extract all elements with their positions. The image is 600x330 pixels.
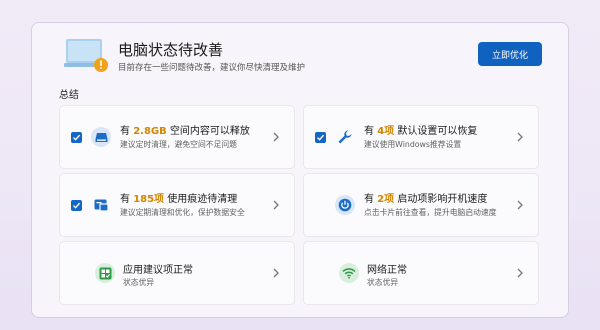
optimize-now-button[interactable]: 立即优化 [478,42,542,66]
trace-icon [91,195,111,215]
chevron-right-icon [273,132,279,142]
card-title: 有 185项 使用痕迹待清理 [120,194,238,205]
wifi-icon [339,263,359,283]
app-shield-icon [95,263,115,283]
card-title: 有 4项 默认设置可以恢复 [364,126,478,137]
card-usage-traces[interactable]: 有 185项 使用痕迹待清理 建议定期清理和优化，保护数据安全 [59,173,295,237]
card-network[interactable]: 网络正常 状态优异 [303,241,539,305]
card-desc: 建议使用Windows推荐设置 [364,140,462,149]
disk-icon [91,127,111,147]
chevron-right-icon [517,132,523,142]
chevron-right-icon [273,268,279,278]
card-desc: 点击卡片前往查看，提升电脑启动速度 [364,208,497,217]
status-panel: 电脑状态待改善 目前存在一些问题待改善，建议你尽快清理及维护 立即优化 总结 有… [31,22,569,318]
card-title: 有 2.8GB 空间内容可以释放 [120,126,250,137]
card-title: 网络正常 [367,265,407,276]
chevron-right-icon [517,200,523,210]
highlight-value: 185项 [133,194,165,205]
highlight-value: 2.8GB [133,126,167,137]
laptop-warning-icon [64,39,108,72]
chevron-right-icon [273,200,279,210]
card-default-settings[interactable]: 有 4项 默认设置可以恢复 建议使用Windows推荐设置 [303,105,539,169]
highlight-value: 2项 [377,194,395,205]
card-desc: 建议定期清理和优化，保护数据安全 [120,208,245,217]
power-icon [335,195,355,215]
page-title: 电脑状态待改善 [118,41,224,59]
page-subtitle: 目前存在一些问题待改善，建议你尽快清理及维护 [118,63,306,73]
card-startup-items[interactable]: 有 2项 启动项影响开机速度 点击卡片前往查看，提升电脑启动速度 [303,173,539,237]
card-desc: 建议定时清理，避免空间不足问题 [120,140,237,149]
card-desc: 状态优异 [367,278,399,287]
card-free-space[interactable]: 有 2.8GB 空间内容可以释放 建议定时清理，避免空间不足问题 [59,105,295,169]
checkbox[interactable] [315,132,326,143]
checkbox[interactable] [71,132,82,143]
chevron-right-icon [517,268,523,278]
card-desc: 状态优异 [123,278,155,287]
checkbox[interactable] [71,200,82,211]
summary-title: 总结 [59,90,79,101]
card-app-suggestions[interactable]: 应用建议项正常 状态优异 [59,241,295,305]
wrench-icon [335,127,355,147]
highlight-value: 4项 [377,126,395,137]
card-title: 应用建议项正常 [123,265,193,276]
card-title: 有 2项 启动项影响开机速度 [364,194,488,205]
